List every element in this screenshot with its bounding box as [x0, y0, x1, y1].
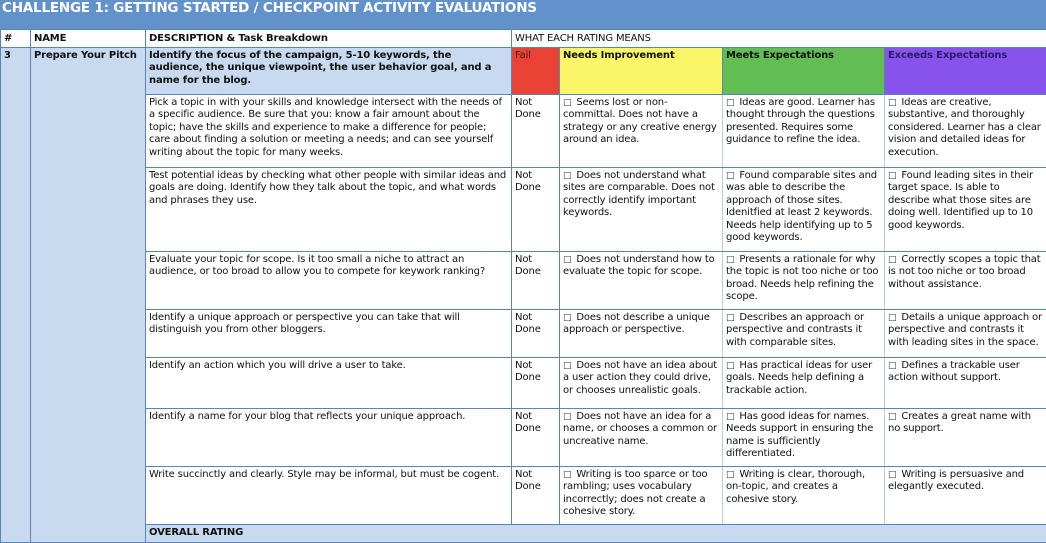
task-row: Identify a unique approach or perspectiv… — [1, 310, 1046, 358]
checkbox-icon[interactable]: □ — [563, 98, 571, 108]
checkbox-icon[interactable]: □ — [563, 171, 571, 181]
checkbox-icon[interactable]: □ — [888, 412, 896, 422]
task-status[interactable]: Not Done — [512, 95, 560, 168]
task-status[interactable]: Not Done — [512, 252, 560, 310]
exceeds-criteria: □Defines a trackable user action without… — [885, 358, 1046, 409]
checkbox-icon[interactable]: □ — [888, 361, 896, 371]
checkbox-icon[interactable]: □ — [726, 171, 734, 181]
checkbox-icon[interactable]: □ — [726, 313, 734, 323]
checkbox-icon[interactable]: □ — [888, 98, 896, 108]
activity-summary: Identify the focus of the campaign, 5-10… — [146, 48, 512, 95]
task-description: Pick a topic in with your skills and kno… — [146, 95, 512, 168]
exceeds-criteria: □Found leading sites in their target spa… — [885, 168, 1046, 252]
task-status[interactable]: Not Done — [512, 310, 560, 358]
task-description: Test potential ideas by checking what ot… — [146, 168, 512, 252]
task-description: Evaluate your topic for scope. Is it too… — [146, 252, 512, 310]
needs-improvement-criteria: □Does not understand how to evaluate the… — [560, 252, 723, 310]
checkbox-icon[interactable]: □ — [888, 171, 896, 181]
activity-row: 3 Prepare Your Pitch Identify the focus … — [1, 48, 1046, 95]
needs-improvement-criteria: □Writing is too sparce or too rambling; … — [560, 467, 723, 525]
rating-exceeds-label: Exceeds Expectations — [885, 48, 1046, 95]
checkbox-icon[interactable]: □ — [726, 255, 734, 265]
task-status[interactable]: Not Done — [512, 168, 560, 252]
header-number: # — [1, 30, 31, 48]
needs-improvement-criteria: □Does not have an idea about a user acti… — [560, 358, 723, 409]
task-row: Write succinctly and clearly. Style may … — [1, 467, 1046, 525]
meets-criteria: □Ideas are good. Learner has thought thr… — [723, 95, 885, 168]
task-row: Evaluate your topic for scope. Is it too… — [1, 252, 1046, 310]
task-description: Identify a name for your blog that refle… — [146, 409, 512, 467]
task-description: Identify a unique approach or perspectiv… — [146, 310, 512, 358]
needs-improvement-criteria: □Does not have an idea for a name, or ch… — [560, 409, 723, 467]
header-row: # NAME DESCRIPTION & Task Breakdown WHAT… — [1, 30, 1046, 48]
header-ratings: WHAT EACH RATING MEANS — [512, 30, 1046, 48]
checkbox-icon[interactable]: □ — [888, 255, 896, 265]
meets-criteria: □Found comparable sites and was able to … — [723, 168, 885, 252]
meets-criteria: □Has good ideas for names. Needs support… — [723, 409, 885, 467]
header-name: NAME — [31, 30, 146, 48]
overall-rating-label: OVERALL RATING — [146, 525, 1046, 543]
checkbox-icon[interactable]: □ — [563, 313, 571, 323]
needs-improvement-criteria: □Does not describe a unique approach or … — [560, 310, 723, 358]
checkbox-icon[interactable]: □ — [888, 313, 896, 323]
checkbox-icon[interactable]: □ — [888, 470, 896, 480]
task-description: Write succinctly and clearly. Style may … — [146, 467, 512, 525]
checkbox-icon[interactable]: □ — [726, 98, 734, 108]
rating-needs-improvement-label: Needs Improvement — [560, 48, 723, 95]
task-status[interactable]: Not Done — [512, 467, 560, 525]
task-status[interactable]: Not Done — [512, 358, 560, 409]
meets-criteria: □Writing is clear, thorough, on-topic, a… — [723, 467, 885, 525]
meets-criteria: □Presents a rationale for why the topic … — [723, 252, 885, 310]
checkbox-icon[interactable]: □ — [563, 412, 571, 422]
task-row: Test potential ideas by checking what ot… — [1, 168, 1046, 252]
checkbox-icon[interactable]: □ — [726, 361, 734, 371]
checkbox-icon[interactable]: □ — [726, 470, 734, 480]
task-row: Identify a name for your blog that refle… — [1, 409, 1046, 467]
checkbox-icon[interactable]: □ — [726, 412, 734, 422]
sheet-title: CHALLENGE 1: GETTING STARTED / CHECKPOIN… — [0, 0, 1046, 29]
checkbox-icon[interactable]: □ — [563, 470, 571, 480]
checkbox-icon[interactable]: □ — [563, 361, 571, 371]
header-description: DESCRIPTION & Task Breakdown — [146, 30, 512, 48]
exceeds-criteria: □Details a unique approach or perspectiv… — [885, 310, 1046, 358]
task-row: Pick a topic in with your skills and kno… — [1, 95, 1046, 168]
activity-name: Prepare Your Pitch — [31, 48, 146, 543]
exceeds-criteria: □Writing is persuasive and elegantly exe… — [885, 467, 1046, 525]
exceeds-criteria: □Correctly scopes a topic that is not to… — [885, 252, 1046, 310]
task-row: Identify an action which you will drive … — [1, 358, 1046, 409]
task-status[interactable]: Not Done — [512, 409, 560, 467]
evaluation-table: # NAME DESCRIPTION & Task Breakdown WHAT… — [0, 29, 1046, 543]
needs-improvement-criteria: □Does not understand what sites are comp… — [560, 168, 723, 252]
checkbox-icon[interactable]: □ — [563, 255, 571, 265]
meets-criteria: □Describes an approach or perspective an… — [723, 310, 885, 358]
needs-improvement-criteria: □Seems lost or non-committal. Does not h… — [560, 95, 723, 168]
rating-fail-label: Fail — [512, 48, 560, 95]
meets-criteria: □Has practical ideas for user goals. Nee… — [723, 358, 885, 409]
exceeds-criteria: □Ideas are creative, substantive, and th… — [885, 95, 1046, 168]
overall-rating-row: OVERALL RATING — [1, 525, 1046, 543]
rating-meets-label: Meets Expectations — [723, 48, 885, 95]
task-description: Identify an action which you will drive … — [146, 358, 512, 409]
exceeds-criteria: □Creates a great name with no support. — [885, 409, 1046, 467]
activity-number: 3 — [1, 48, 31, 543]
